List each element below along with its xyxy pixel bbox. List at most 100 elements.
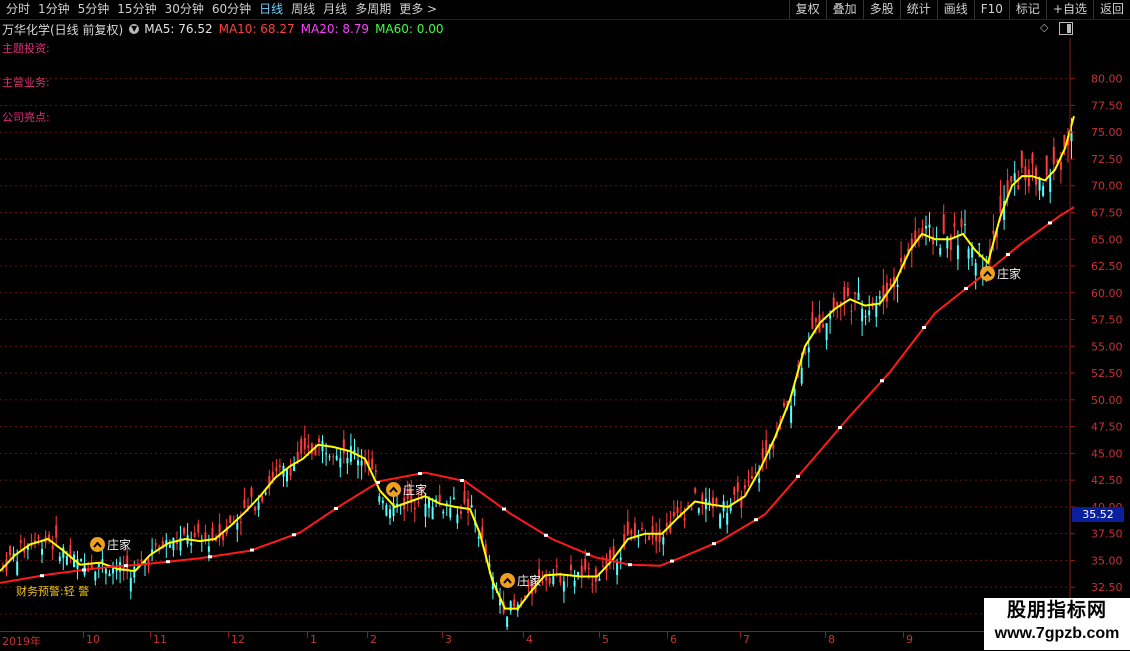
candle-body xyxy=(719,514,722,528)
candle-body xyxy=(552,575,555,585)
kline-chart[interactable]: 30.0032.5035.0037.5040.0042.5045.0047.50… xyxy=(0,38,1130,630)
price-tick-label: 35.00 xyxy=(1091,554,1123,567)
candle-body xyxy=(743,485,746,489)
candle-body xyxy=(55,525,58,538)
time-axis-label: 9 xyxy=(906,633,913,646)
time-axis-label: 4 xyxy=(526,633,533,646)
current-price-tag: 35.52 xyxy=(1072,507,1124,522)
time-axis: 2019年 10 11 12 1 2 3 4 5 6 7 8 9 xyxy=(0,631,1130,651)
toolbar-button[interactable]: 返回 xyxy=(1092,0,1130,19)
candle-body xyxy=(509,601,512,612)
price-tick-label: 47.50 xyxy=(1091,421,1123,434)
candle-body xyxy=(672,512,675,517)
candle-body xyxy=(637,537,640,539)
candle-body xyxy=(733,487,736,495)
candle-body xyxy=(1027,169,1030,187)
candle-body xyxy=(193,532,196,537)
period-tab[interactable]: 30分钟 xyxy=(161,0,208,19)
price-tick-label: 60.00 xyxy=(1091,287,1123,300)
candle-body xyxy=(953,223,956,227)
ma10-value: MA10: 68.27 xyxy=(218,22,295,36)
candle-body xyxy=(452,497,455,499)
toolbar-button[interactable]: +自选 xyxy=(1045,0,1093,19)
candle-body xyxy=(442,511,445,514)
candle-body xyxy=(868,310,871,316)
toolbar-button[interactable]: 统计 xyxy=(899,0,937,19)
period-tab[interactable]: 5分钟 xyxy=(74,0,114,19)
time-tick xyxy=(367,632,368,638)
period-tab[interactable]: 分时 xyxy=(2,0,34,19)
price-tick-label: 62.50 xyxy=(1091,260,1123,273)
candle-body xyxy=(896,284,899,287)
candle-body xyxy=(864,315,867,317)
candle-body xyxy=(1017,185,1020,189)
period-tab[interactable]: 周线 xyxy=(287,0,319,19)
price-tick-label: 52.50 xyxy=(1091,367,1123,380)
candle-body xyxy=(804,351,807,353)
banker-icon xyxy=(386,482,401,497)
candle-body xyxy=(783,402,785,407)
price-tick-label: 55.00 xyxy=(1091,340,1123,353)
ma-dot xyxy=(418,472,422,476)
candle-body xyxy=(41,548,43,555)
period-tab[interactable]: 15分钟 xyxy=(113,0,160,19)
candle-body xyxy=(371,458,374,470)
price-tick-label: 70.00 xyxy=(1091,180,1123,193)
candle-body xyxy=(573,580,576,587)
candle-body xyxy=(104,568,107,574)
candle-body xyxy=(854,292,856,295)
diamond-icon[interactable]: ◇ xyxy=(1040,22,1052,34)
time-axis-label: 12 xyxy=(231,633,245,646)
candle-body xyxy=(790,405,793,423)
candle-body xyxy=(168,544,171,548)
candle-body xyxy=(204,532,207,540)
period-tab[interactable]: 60分钟 xyxy=(208,0,255,19)
dropdown-icon[interactable]: ▼ xyxy=(129,24,140,34)
toolbar-button[interactable]: 叠加 xyxy=(825,0,863,19)
candle-body xyxy=(190,543,193,546)
banker-marker: 庄家 xyxy=(500,572,541,589)
time-axis-label: 10 xyxy=(86,633,100,646)
candle-body xyxy=(16,561,19,575)
banker-label: 庄家 xyxy=(403,483,428,497)
candle-body xyxy=(814,318,817,322)
candle-body xyxy=(971,247,974,258)
toolbar-button[interactable]: 画线 xyxy=(936,0,974,19)
ma-dot xyxy=(166,560,170,564)
candle-body xyxy=(90,564,93,569)
period-tab[interactable]: 1分钟 xyxy=(34,0,74,19)
time-axis-label: 5 xyxy=(602,633,609,646)
price-tick-label: 50.00 xyxy=(1091,394,1123,407)
toolbar-button[interactable]: F10 xyxy=(973,0,1009,19)
ma-dot xyxy=(712,542,716,546)
banker-label: 庄家 xyxy=(107,538,132,552)
period-tab[interactable]: 月线 xyxy=(319,0,351,19)
period-tab[interactable]: 多周期 xyxy=(351,0,395,19)
banker-marker: 庄家 xyxy=(386,481,427,498)
candle-body xyxy=(754,472,757,474)
time-axis-label: 2019年 xyxy=(2,635,41,648)
period-tab[interactable]: 日线 xyxy=(255,0,287,19)
candle-body xyxy=(960,218,963,227)
watermark-title: 股朋指标网 xyxy=(1006,600,1107,621)
candle-body xyxy=(332,456,335,458)
candle-body xyxy=(648,535,651,540)
candle-body xyxy=(584,558,587,570)
candle-body xyxy=(264,492,267,495)
stock-title[interactable]: 万华化学(日线 前复权) xyxy=(2,21,123,38)
panel-toggle-icon[interactable] xyxy=(1059,22,1073,35)
ma-dot xyxy=(460,479,464,483)
candle-body xyxy=(967,248,970,259)
period-tab[interactable]: 更多 > xyxy=(395,0,441,19)
banker-label: 庄家 xyxy=(997,267,1022,281)
candle-body xyxy=(683,518,686,521)
banker-label: 庄家 xyxy=(517,574,542,588)
toolbar-button[interactable]: 复权 xyxy=(788,0,826,19)
candle-body xyxy=(328,456,331,458)
toolbar-button[interactable]: 标记 xyxy=(1008,0,1046,19)
candle-body xyxy=(303,437,306,449)
candle-body xyxy=(460,511,462,514)
toolbar-button[interactable]: 多股 xyxy=(862,0,900,19)
candle-body xyxy=(243,499,246,509)
candle-body xyxy=(112,568,114,574)
